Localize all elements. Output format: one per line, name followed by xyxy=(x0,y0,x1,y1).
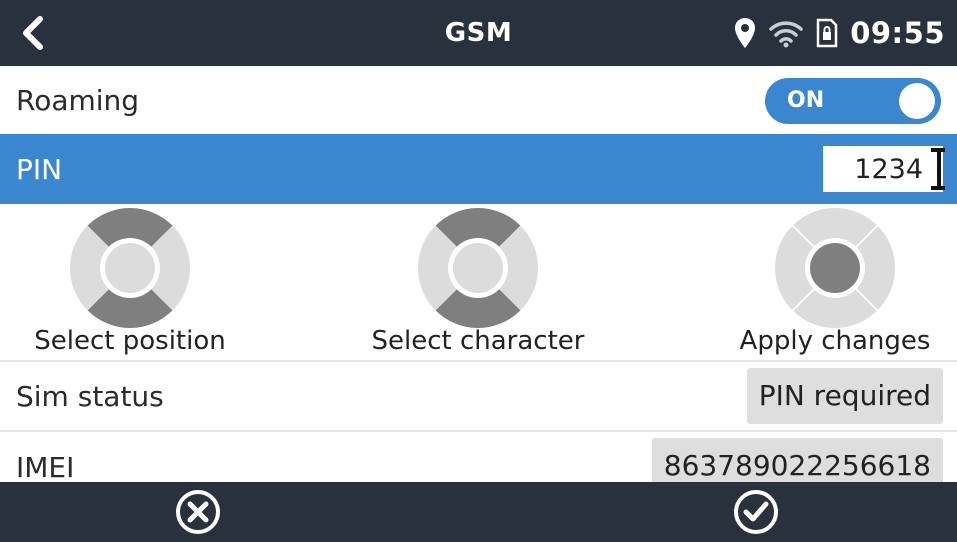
pin-row[interactable]: PIN 1234 xyxy=(0,134,957,204)
location-pin-icon xyxy=(735,18,756,48)
sim-status-label: Sim status xyxy=(16,379,164,413)
dpad-center-icon xyxy=(775,208,895,328)
roaming-row[interactable]: Roaming ON xyxy=(0,66,957,134)
clock-time: 09:55 xyxy=(850,16,945,50)
header-bar: GSM 09:55 xyxy=(0,0,957,66)
hint-label: Apply changes xyxy=(739,326,931,356)
hint-select-position: Select position xyxy=(0,204,260,360)
roaming-toggle[interactable]: ON xyxy=(765,78,941,124)
sim-status-value: PIN required xyxy=(746,368,943,424)
cancel-icon xyxy=(176,490,220,534)
roaming-label: Roaming xyxy=(16,83,140,117)
dpad-left-right-icon xyxy=(70,208,190,328)
sim-status-row[interactable]: Sim status PIN required xyxy=(0,362,957,430)
wifi-icon xyxy=(769,21,803,48)
confirm-button[interactable] xyxy=(732,488,780,536)
imei-label: IMEI xyxy=(16,450,75,484)
hint-apply-changes: Apply changes xyxy=(705,204,957,360)
text-cursor xyxy=(931,148,945,190)
hint-label: Select character xyxy=(371,326,585,356)
dpad-up-down-icon xyxy=(418,208,538,328)
toggle-state-text: ON xyxy=(787,88,825,113)
sim-lock-icon xyxy=(816,18,838,48)
status-area: 09:55 xyxy=(734,0,945,66)
back-button[interactable] xyxy=(12,10,52,56)
imei-row[interactable]: IMEI 863789022256618 xyxy=(0,432,957,494)
pin-label: PIN xyxy=(16,152,63,186)
footer-bar xyxy=(0,482,957,542)
pin-input[interactable]: 1234 xyxy=(823,146,945,192)
toggle-knob xyxy=(899,83,935,119)
cancel-button[interactable] xyxy=(174,488,222,536)
pin-value: 1234 xyxy=(854,153,923,185)
back-chevron-icon xyxy=(23,16,43,50)
hint-label: Select position xyxy=(34,326,226,356)
hint-select-character: Select character xyxy=(348,204,608,360)
confirm-icon xyxy=(734,490,778,534)
